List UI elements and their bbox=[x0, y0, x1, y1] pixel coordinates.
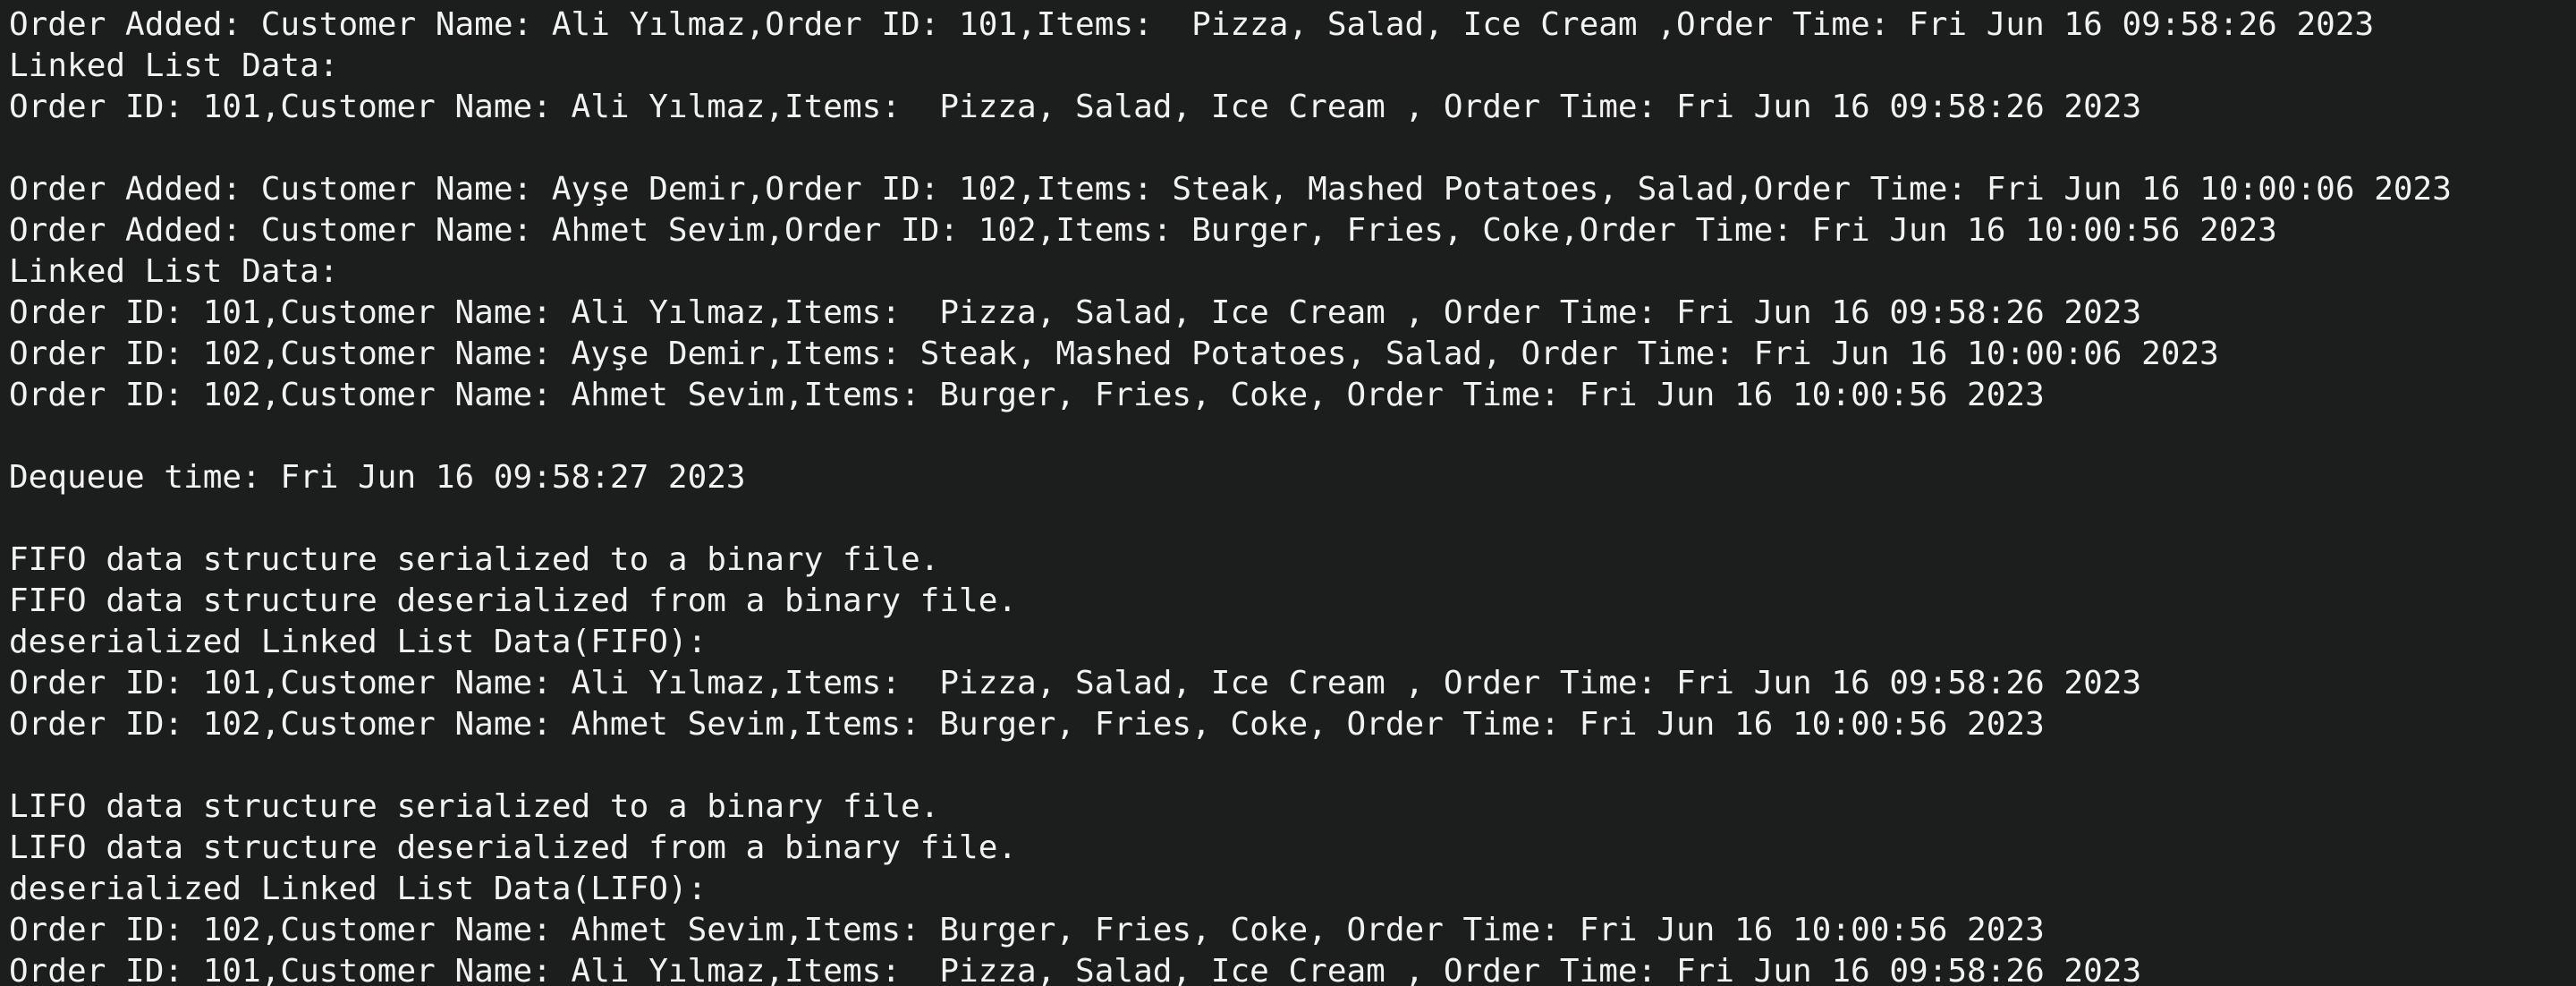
output-line: Order ID: 101,Customer Name: Ali Yılmaz,… bbox=[9, 89, 2142, 125]
output-line: Order ID: 102,Customer Name: Ahmet Sevim… bbox=[9, 706, 2045, 743]
output-line: LIFO data structure serialized to a bina… bbox=[9, 788, 940, 825]
output-line: Order Added: Customer Name: Ali Yılmaz,O… bbox=[9, 6, 2375, 43]
output-line: Linked List Data: bbox=[9, 253, 339, 290]
output-line: Order ID: 102,Customer Name: Ahmet Sevim… bbox=[9, 377, 2045, 413]
output-line: FIFO data structure serialized to a bina… bbox=[9, 541, 940, 578]
output-line: Order ID: 101,Customer Name: Ali Yılmaz,… bbox=[9, 294, 2142, 331]
output-line: Dequeue time: Fri Jun 16 09:58:27 2023 bbox=[9, 459, 746, 496]
output-line: Order Added: Customer Name: Ayşe Demir,O… bbox=[9, 171, 2452, 208]
output-line: deserialized Linked List Data(LIFO): bbox=[9, 871, 708, 907]
output-line: Linked List Data: bbox=[9, 47, 339, 84]
output-line: LIFO data structure deserialized from a … bbox=[9, 829, 1018, 866]
output-line: Order ID: 101,Customer Name: Ali Yılmaz,… bbox=[9, 665, 2142, 701]
output-line: FIFO data structure deserialized from a … bbox=[9, 582, 1018, 619]
terminal-output[interactable]: Order Added: Customer Name: Ali Yılmaz,O… bbox=[0, 0, 2576, 986]
output-line: deserialized Linked List Data(FIFO): bbox=[9, 624, 708, 660]
output-line: Order ID: 102,Customer Name: Ayşe Demir,… bbox=[9, 336, 2219, 372]
output-line: Order ID: 101,Customer Name: Ali Yılmaz,… bbox=[9, 953, 2142, 986]
output-line: Order ID: 102,Customer Name: Ahmet Sevim… bbox=[9, 912, 2045, 948]
output-line: Order Added: Customer Name: Ahmet Sevim,… bbox=[9, 212, 2277, 249]
